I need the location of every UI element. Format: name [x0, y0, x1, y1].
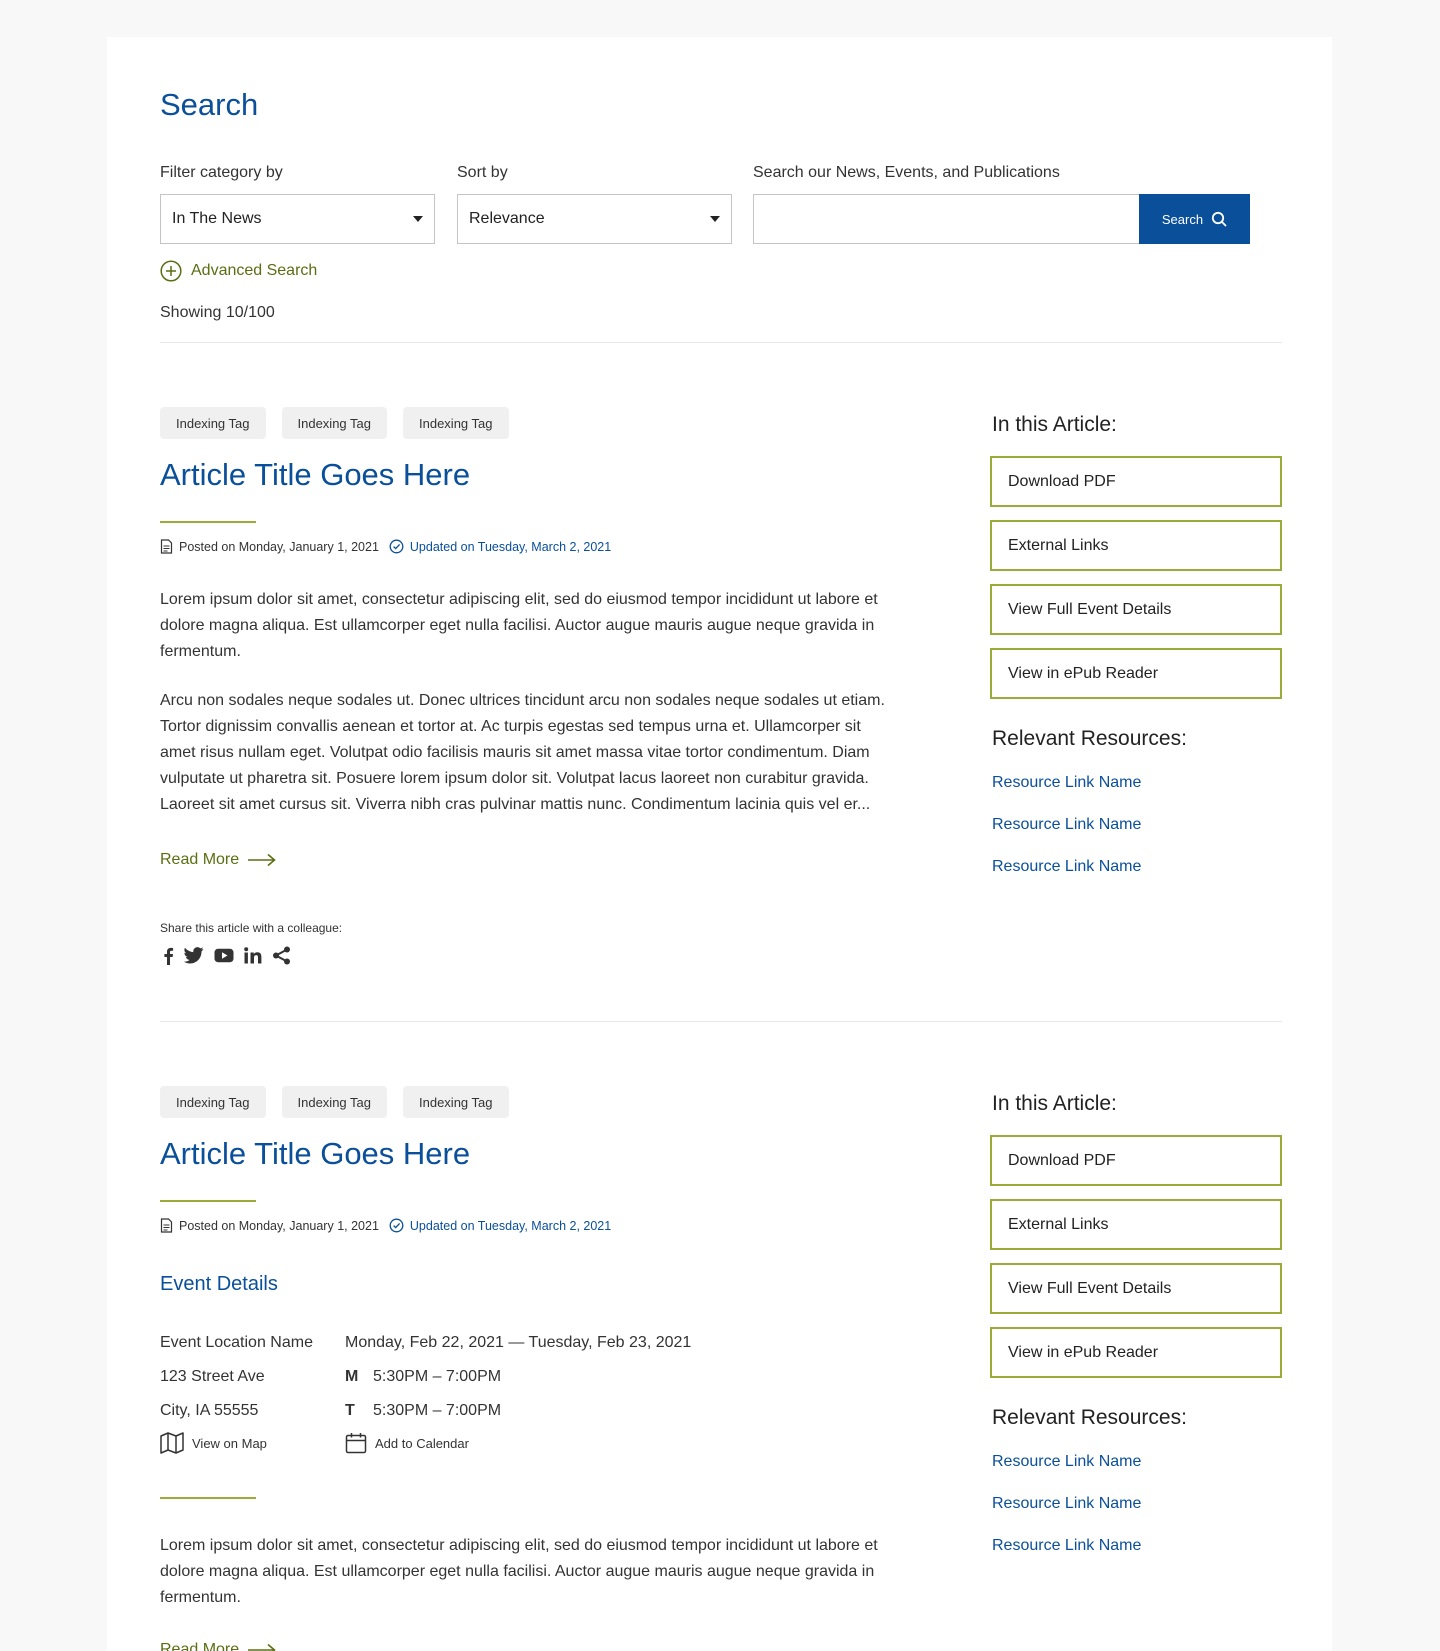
divider	[160, 1021, 1282, 1022]
check-circle-icon	[389, 539, 404, 554]
article-title[interactable]: Article Title Goes Here	[160, 1136, 470, 1172]
article-title[interactable]: Article Title Goes Here	[160, 457, 470, 493]
indexing-tag[interactable]: Indexing Tag	[281, 1086, 387, 1118]
updated-date-wrap: Updated on Tuesday, March 2, 2021	[389, 539, 611, 554]
resource-link[interactable]: Resource Link Name	[992, 816, 1141, 834]
article-meta: Posted on Monday, January 1, 2021 Update…	[160, 1218, 611, 1233]
download-pdf-button[interactable]: Download PDF	[990, 456, 1282, 507]
event-date-range: Monday, Feb 22, 2021 — Tuesday, Feb 23, …	[345, 1334, 692, 1351]
updated-date: Updated on Tuesday, March 2, 2021	[409, 1218, 612, 1233]
event-time-row: M 5:30PM – 7:00PM	[345, 1368, 501, 1386]
view-on-map-label: View on Map	[192, 1435, 267, 1451]
external-links-button[interactable]: External Links	[990, 1199, 1282, 1250]
resource-link[interactable]: Resource Link Name	[992, 1453, 1141, 1471]
indexing-tag[interactable]: Indexing Tag	[160, 407, 266, 439]
view-epub-button[interactable]: View in ePub Reader	[990, 648, 1282, 699]
updated-date: Updated on Tuesday, March 2, 2021	[409, 539, 612, 554]
linkedin-icon[interactable]	[244, 947, 262, 964]
document-icon	[160, 1218, 173, 1233]
external-links-button[interactable]: External Links	[990, 520, 1282, 571]
tag-list: Indexing Tag Indexing Tag Indexing Tag	[160, 1086, 509, 1118]
resources-heading: Relevant Resources:	[992, 727, 1187, 750]
page-card: Search Filter category by Sort by Search…	[107, 37, 1332, 1651]
advanced-search-label: Advanced Search	[191, 262, 318, 279]
posted-date: Posted on Monday, January 1, 2021	[179, 1218, 379, 1233]
view-event-details-button[interactable]: View Full Event Details	[990, 1263, 1282, 1314]
article-paragraph: Lorem ipsum dolor sit amet, consectetur …	[160, 591, 878, 660]
resources-heading: Relevant Resources:	[992, 1406, 1187, 1429]
resource-link[interactable]: Resource Link Name	[992, 1495, 1141, 1513]
search-input[interactable]	[753, 194, 1140, 244]
calendar-icon	[345, 1433, 367, 1454]
filter-label: Filter category by	[160, 164, 283, 181]
read-more-label: Read More	[160, 851, 240, 868]
view-on-map-link[interactable]: View on Map	[160, 1432, 267, 1454]
plus-circle-icon	[160, 260, 182, 282]
resource-link[interactable]: Resource Link Name	[992, 774, 1141, 792]
indexing-tag[interactable]: Indexing Tag	[281, 407, 387, 439]
read-more-label: Read More	[160, 1641, 240, 1651]
caret-down-icon	[413, 216, 423, 222]
event-day: M	[345, 1368, 359, 1385]
document-icon	[160, 539, 173, 554]
divider	[160, 342, 1282, 343]
read-more-link[interactable]: Read More	[160, 851, 277, 869]
resource-link[interactable]: Resource Link Name	[992, 858, 1141, 876]
event-location-name: Event Location Name	[160, 1334, 313, 1351]
facebook-icon[interactable]	[162, 947, 174, 965]
share-icon[interactable]	[272, 946, 291, 965]
youtube-icon[interactable]	[214, 948, 234, 963]
event-time: 5:30PM – 7:00PM	[373, 1368, 502, 1385]
event-street: 123 Street Ave	[160, 1368, 265, 1385]
search-icon	[1211, 211, 1227, 227]
map-icon	[160, 1432, 184, 1454]
check-circle-icon	[389, 1218, 404, 1233]
sidebar-heading: In this Article:	[992, 413, 1117, 436]
indexing-tag[interactable]: Indexing Tag	[403, 1086, 509, 1118]
arrow-right-icon	[248, 1643, 276, 1651]
title-rule	[160, 1200, 256, 1202]
read-more-link[interactable]: Read More	[160, 1641, 277, 1651]
updated-date-wrap: Updated on Tuesday, March 2, 2021	[389, 1218, 611, 1233]
add-to-calendar-link[interactable]: Add to Calendar	[345, 1432, 469, 1454]
filter-category-value: In The News	[172, 210, 262, 227]
title-rule	[160, 521, 256, 523]
event-day: T	[345, 1402, 355, 1419]
posted-date: Posted on Monday, January 1, 2021	[179, 539, 379, 554]
search-button[interactable]: Search	[1139, 194, 1250, 244]
sort-label: Sort by	[457, 164, 508, 181]
sort-by-value: Relevance	[469, 210, 545, 227]
view-event-details-button[interactable]: View Full Event Details	[990, 584, 1282, 635]
sort-by-select[interactable]: Relevance	[457, 194, 732, 244]
twitter-icon[interactable]	[184, 947, 204, 964]
add-to-calendar-label: Add to Calendar	[375, 1435, 469, 1451]
filter-category-select[interactable]: In The News	[160, 194, 435, 244]
caret-down-icon	[710, 216, 720, 222]
indexing-tag[interactable]: Indexing Tag	[403, 407, 509, 439]
search-button-label: Search	[1161, 211, 1204, 227]
social-share-icons	[162, 946, 291, 965]
resource-link[interactable]: Resource Link Name	[992, 1537, 1141, 1555]
search-label: Search our News, Events, and Publication…	[753, 164, 1060, 181]
article-meta: Posted on Monday, January 1, 2021 Update…	[160, 539, 611, 554]
page-title: Search	[160, 87, 259, 122]
arrow-right-icon	[248, 853, 276, 867]
indexing-tag[interactable]: Indexing Tag	[160, 1086, 266, 1118]
event-time-row: T 5:30PM – 7:00PM	[345, 1402, 501, 1420]
advanced-search-link[interactable]: Advanced Search	[160, 260, 317, 282]
tag-list: Indexing Tag Indexing Tag Indexing Tag	[160, 407, 509, 439]
event-rule	[160, 1497, 256, 1499]
download-pdf-button[interactable]: Download PDF	[990, 1135, 1282, 1186]
results-count: Showing 10/100	[160, 304, 275, 321]
share-label: Share this article with a colleague:	[160, 921, 343, 935]
event-details-heading: Event Details	[160, 1273, 278, 1295]
article-paragraph: Arcu non sodales neque sodales ut. Donec…	[160, 692, 885, 813]
event-city: City, IA 55555	[160, 1402, 259, 1419]
view-epub-button[interactable]: View in ePub Reader	[990, 1327, 1282, 1378]
sidebar-heading: In this Article:	[992, 1092, 1117, 1115]
event-time: 5:30PM – 7:00PM	[373, 1402, 502, 1419]
article-paragraph: Lorem ipsum dolor sit amet, consectetur …	[160, 1537, 878, 1606]
